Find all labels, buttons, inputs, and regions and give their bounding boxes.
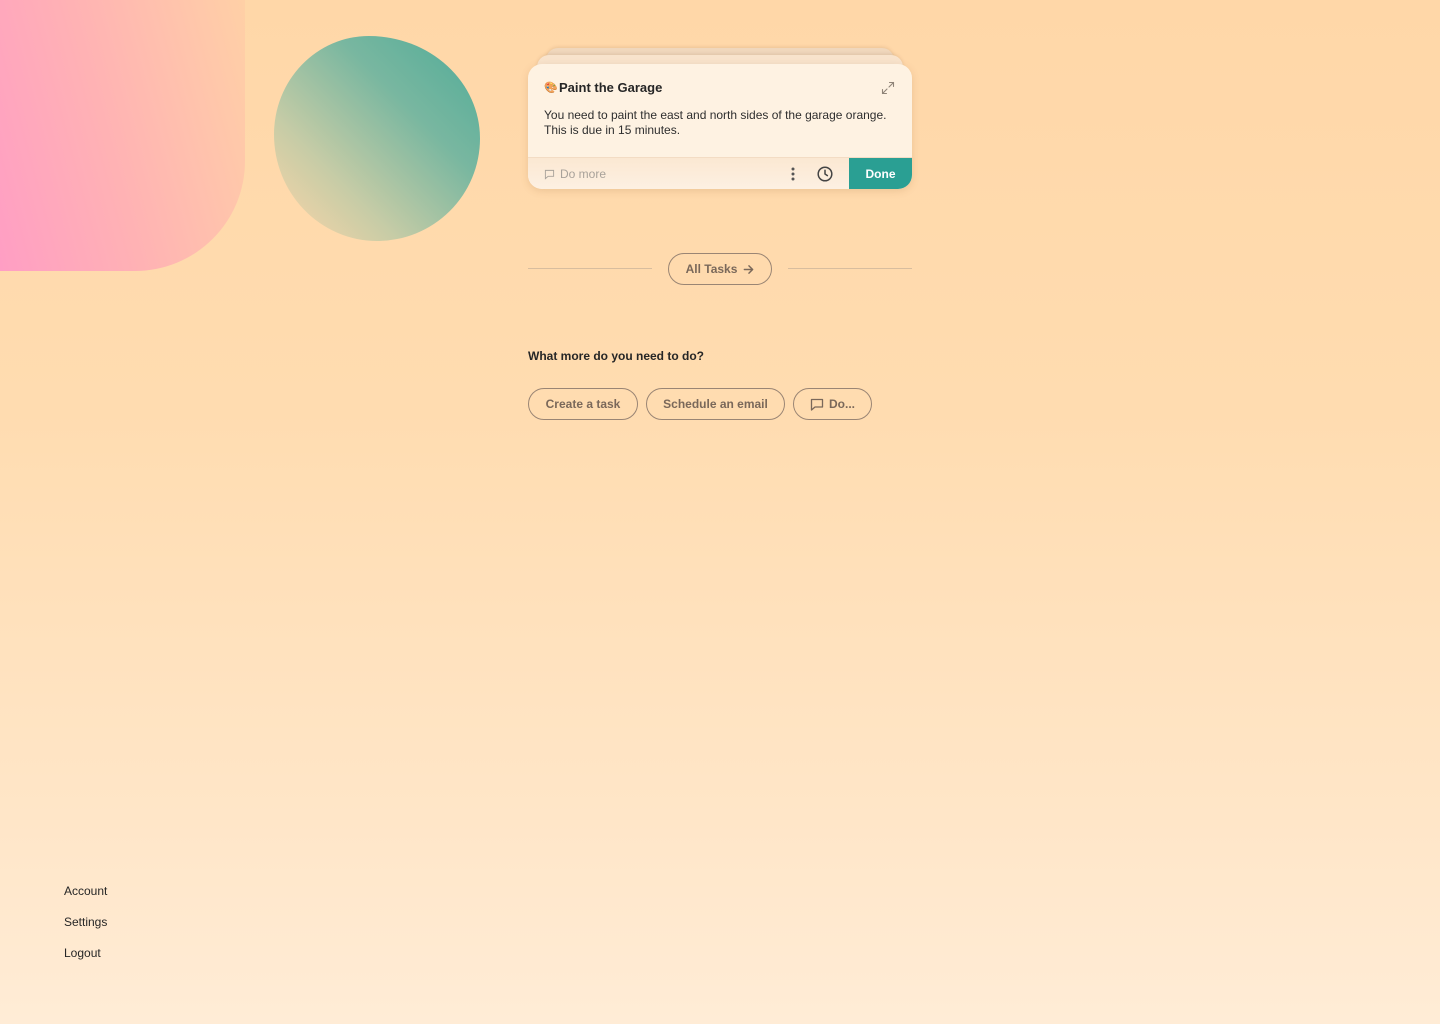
clock-icon[interactable]	[816, 165, 834, 183]
expand-icon[interactable]	[881, 81, 895, 95]
task-card[interactable]: 🎨 Paint the Garage You need to paint the…	[528, 64, 912, 189]
do-more-input[interactable]: Do more	[544, 167, 606, 181]
decorative-teal-blob	[274, 36, 480, 241]
suggestions-heading: What more do you need to do?	[528, 349, 704, 363]
task-title-text: Paint the Garage	[559, 80, 663, 95]
do-chat-label: Do...	[829, 397, 855, 411]
chat-bubble-icon	[810, 398, 824, 411]
schedule-email-label: Schedule an email	[663, 397, 768, 411]
nav-account-link[interactable]: Account	[64, 884, 107, 915]
task-emoji: 🎨	[544, 82, 558, 94]
arrow-right-icon	[744, 264, 754, 274]
create-task-label: Create a task	[545, 397, 621, 411]
all-tasks-label: All Tasks	[685, 262, 738, 276]
create-task-button[interactable]: Create a task	[528, 388, 638, 420]
chat-bubble-icon	[544, 169, 555, 180]
account-nav: Account Settings Logout	[64, 884, 107, 977]
divider-right	[788, 268, 912, 269]
schedule-email-button[interactable]: Schedule an email	[646, 388, 785, 420]
nav-settings-link[interactable]: Settings	[64, 915, 107, 946]
more-vertical-icon[interactable]	[786, 166, 800, 182]
divider-left	[528, 268, 652, 269]
do-chat-button[interactable]: Do...	[793, 388, 872, 420]
task-description: You need to paint the east and north sid…	[544, 108, 887, 137]
task-card-footer: Do more Done	[528, 157, 912, 189]
task-title: 🎨 Paint the Garage	[544, 80, 662, 95]
decorative-pink-blob	[0, 0, 245, 271]
nav-logout-link[interactable]: Logout	[64, 946, 107, 977]
all-tasks-button[interactable]: All Tasks	[668, 253, 772, 285]
do-more-placeholder: Do more	[560, 167, 607, 181]
done-button[interactable]: Done	[849, 158, 912, 189]
